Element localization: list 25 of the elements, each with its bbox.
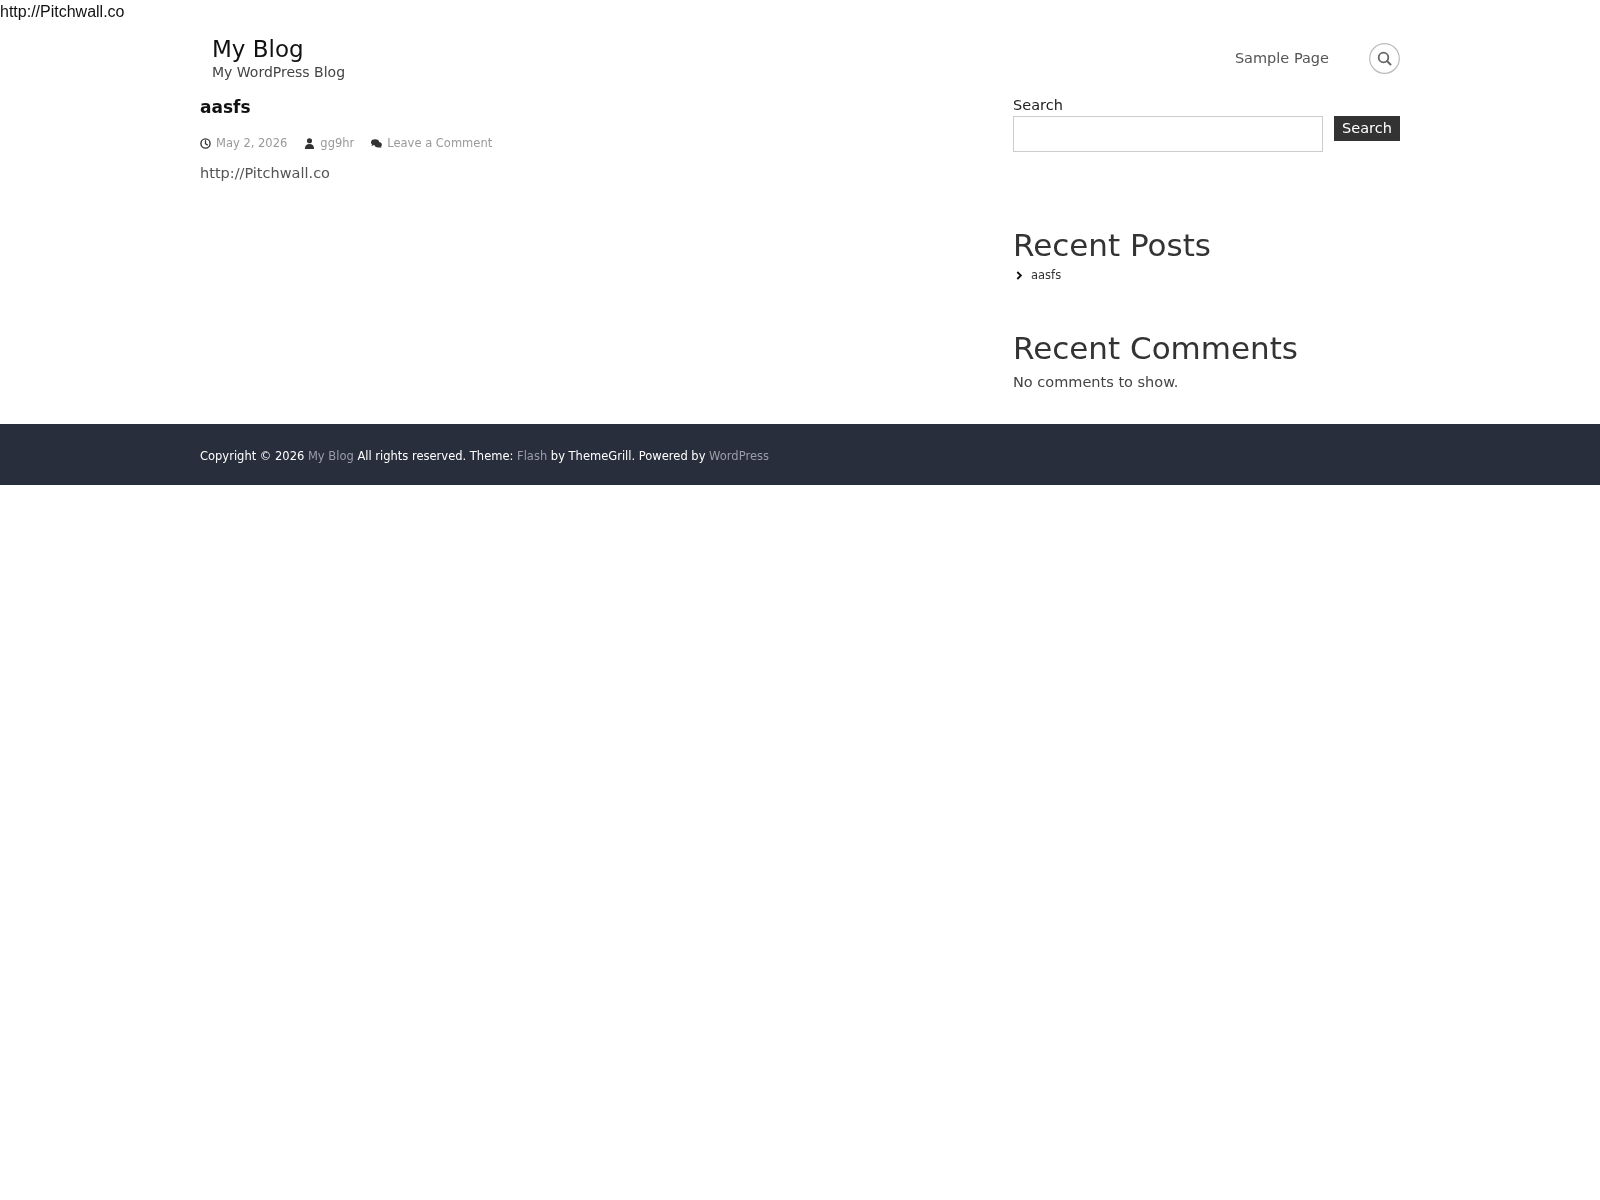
clock-icon [200,137,211,149]
footer-link[interactable]: My Blog [307,448,354,463]
footer-link[interactable]: WordPress [709,448,769,463]
post-title[interactable]: aasfs [200,95,251,119]
widget-title: Recent Posts [1013,226,1211,264]
post-date-link[interactable]: May 2, 2026 [216,134,288,152]
search-button[interactable]: Search [1334,116,1400,141]
site-title[interactable]: My Blog [212,35,304,63]
user-icon [304,137,316,149]
empty-comments-text: No comments to show. [1013,373,1179,392]
search-icon[interactable] [1369,42,1400,74]
comments-icon [371,137,383,149]
footer-link[interactable]: Flash [517,448,548,463]
search-field[interactable] [1013,116,1323,152]
post-content: http://Pitchwall.co [200,164,330,183]
widget-title: Recent Comments [1013,329,1299,367]
site-tagline: My WordPress Blog [212,63,346,81]
footer-credits: Copyright © 2026 My Blog All rights reserved. Theme: Flash by ThemeGrill. Powered by WordPress [200,448,769,463]
recent-post-link[interactable]: aasfs [1031,266,1062,284]
comment-link[interactable]: Leave a Comment [387,134,493,152]
author-link[interactable]: gg9hr [320,134,355,152]
page-text: http://Pitchwall.co [0,2,125,22]
search-label: Search [1013,96,1063,115]
chevron-icon [1016,270,1023,280]
nav-link[interactable]: Sample Page [1234,48,1329,68]
